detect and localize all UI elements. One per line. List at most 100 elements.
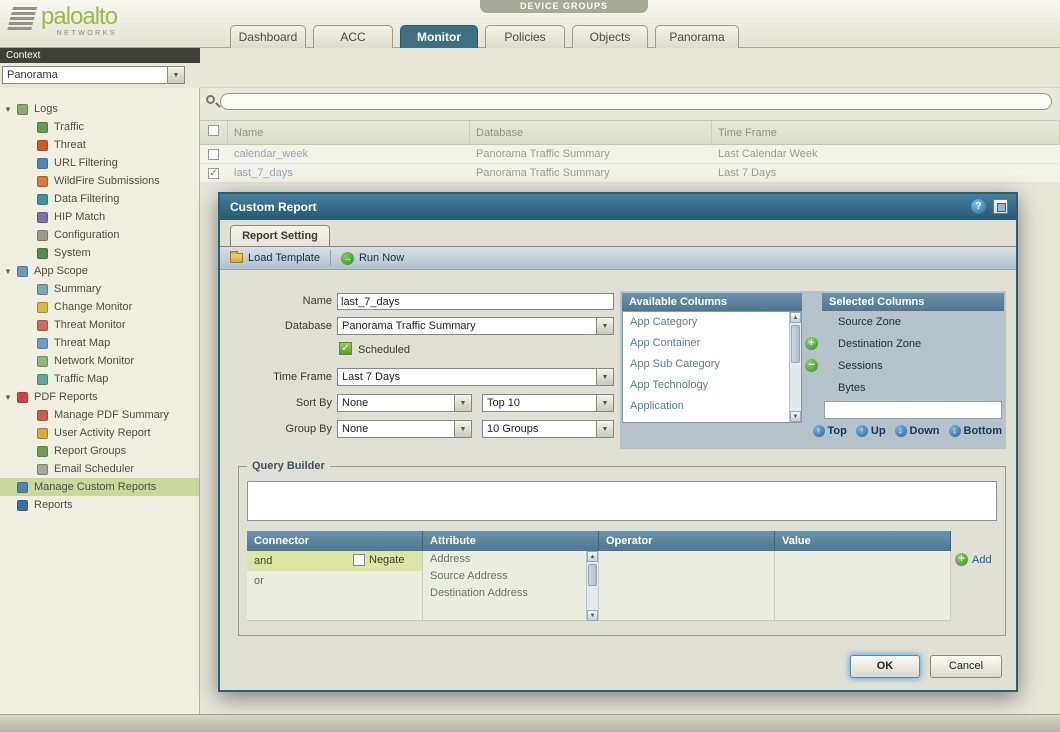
scroll-down-icon[interactable]: ▼ [790, 411, 801, 422]
groups-select[interactable]: 10 Groups ▼ [482, 420, 614, 438]
attribute-item[interactable]: Source Address [423, 568, 586, 585]
selected-column-item[interactable]: Destination Zone [822, 333, 1004, 355]
groupby-select[interactable]: None ▼ [337, 420, 472, 438]
sidebar-item-network-monitor[interactable]: Network Monitor [0, 352, 199, 370]
topn-select[interactable]: Top 10 ▼ [482, 394, 614, 412]
sidebar-item-data-filtering[interactable]: Data Filtering [0, 190, 199, 208]
sidebar-item-reports[interactable]: Reports [0, 496, 199, 514]
name-field[interactable] [337, 293, 614, 310]
selected-columns-empty-slot[interactable] [824, 401, 1002, 419]
sidebar-item-report-groups[interactable]: Report Groups [0, 442, 199, 460]
tab-acc[interactable]: ACC [313, 25, 393, 48]
chevron-down-icon[interactable]: ▼ [596, 369, 613, 385]
scroll-down-icon[interactable]: ▼ [587, 610, 598, 621]
search-input[interactable] [220, 93, 1052, 110]
sidebar-item-user-activity-report[interactable]: User Activity Report [0, 424, 199, 442]
scroll-up-icon[interactable]: ▲ [790, 312, 801, 323]
report-name-link[interactable]: calendar_week [228, 145, 470, 163]
sidebar-item-pdf-reports[interactable]: ▼PDF Reports [0, 388, 199, 406]
selected-column-item[interactable]: Sessions [822, 355, 1004, 377]
negate-checkbox[interactable] [353, 554, 365, 566]
sidebar-item-wildfire-submissions[interactable]: WildFire Submissions [0, 172, 199, 190]
context-select[interactable]: Panorama ▼ [2, 66, 185, 84]
chevron-down-icon[interactable]: ▼ [454, 421, 471, 437]
sidebar-item-email-scheduler[interactable]: Email Scheduler [0, 460, 199, 478]
ok-button[interactable]: OK [850, 655, 920, 678]
column-header-name[interactable]: Name [228, 121, 470, 145]
tab-objects[interactable]: Objects [572, 25, 648, 48]
scrollbar[interactable]: ▲ ▼ [586, 551, 598, 621]
sidebar-item-app-scope[interactable]: ▼App Scope [0, 262, 199, 280]
order-up-button[interactable]: ↑Up [856, 425, 886, 437]
selected-column-item[interactable]: Bytes [822, 377, 1004, 399]
chevron-down-icon[interactable]: ▼ [596, 395, 613, 411]
table-row[interactable]: ✓last_7_daysPanorama Traffic SummaryLast… [200, 164, 1060, 183]
scheduled-checkbox[interactable]: ✓ [339, 342, 352, 355]
help-icon[interactable]: ? [971, 199, 986, 214]
sortby-select[interactable]: None ▼ [337, 394, 472, 412]
column-header-timeframe[interactable]: Time Frame [712, 121, 1060, 145]
sidebar-item-configuration[interactable]: Configuration [0, 226, 199, 244]
available-column-item[interactable]: App Container [623, 333, 789, 354]
query-input[interactable] [247, 481, 997, 521]
tab-report-setting[interactable]: Report Setting [230, 225, 330, 246]
sidebar-item-hip-match[interactable]: HIP Match [0, 208, 199, 226]
scroll-thumb[interactable] [588, 564, 597, 586]
sidebar-item-traffic-map[interactable]: Traffic Map [0, 370, 199, 388]
chevron-down-icon[interactable]: ▼ [596, 318, 613, 334]
search-icon[interactable] [206, 95, 215, 104]
tab-policies[interactable]: Policies [485, 25, 565, 48]
tab-panorama[interactable]: Panorama [655, 25, 739, 48]
available-column-item[interactable]: App Technology [623, 375, 789, 396]
sidebar-item-logs[interactable]: ▼Logs [0, 100, 199, 118]
sidebar-item-system[interactable]: System [0, 244, 199, 262]
available-column-item[interactable]: App Sub Category [623, 354, 789, 375]
connector-or[interactable]: or [247, 571, 422, 591]
report-name-link[interactable]: last_7_days [228, 164, 470, 182]
column-header-database[interactable]: Database [470, 121, 712, 145]
database-select[interactable]: Panorama Traffic Summary ▼ [337, 317, 614, 335]
expander-icon[interactable]: ▼ [4, 393, 17, 402]
expander-icon[interactable]: ▼ [4, 105, 17, 114]
sidebar-item-url-filtering[interactable]: URL Filtering [0, 154, 199, 172]
sidebar-item-threat[interactable]: Threat [0, 136, 199, 154]
attribute-item[interactable]: Address [423, 551, 586, 568]
scrollbar[interactable]: ▲ ▼ [789, 312, 801, 422]
negate-option[interactable]: Negate [353, 554, 404, 566]
tab-dashboard[interactable]: Dashboard [230, 25, 306, 48]
add-column-icon[interactable]: + [805, 337, 818, 350]
timeframe-select[interactable]: Last 7 Days ▼ [337, 368, 614, 386]
sidebar-item-threat-map[interactable]: Threat Map [0, 334, 199, 352]
expander-icon[interactable]: ▼ [4, 267, 17, 276]
sidebar-item-summary[interactable]: Summary [0, 280, 199, 298]
sidebar-item-manage-pdf-summary[interactable]: Manage PDF Summary [0, 406, 199, 424]
scroll-up-icon[interactable]: ▲ [587, 551, 598, 562]
run-now-button[interactable]: → Run Now [331, 247, 414, 269]
cancel-button[interactable]: Cancel [930, 655, 1002, 678]
tab-monitor[interactable]: Monitor [400, 25, 478, 48]
scroll-thumb[interactable] [791, 325, 800, 363]
order-down-button[interactable]: ↓Down [895, 425, 940, 437]
select-all-checkbox[interactable] [208, 125, 219, 136]
sidebar-item-change-monitor[interactable]: Change Monitor [0, 298, 199, 316]
load-template-button[interactable]: Load Template [220, 247, 330, 269]
chevron-down-icon[interactable]: ▼ [596, 421, 613, 437]
attribute-item[interactable]: Destination Address [423, 585, 586, 602]
order-top-button[interactable]: ↑Top [813, 425, 847, 437]
order-bottom-button[interactable]: ↓Bottom [949, 425, 1003, 437]
remove-column-icon[interactable]: − [805, 359, 818, 372]
sidebar-item-traffic[interactable]: Traffic [0, 118, 199, 136]
selected-column-item[interactable]: Source Zone [822, 311, 1004, 333]
chevron-down-icon[interactable]: ▼ [167, 67, 184, 83]
dock-icon[interactable] [993, 199, 1008, 214]
row-checkbox[interactable]: ✓ [208, 168, 219, 179]
row-checkbox[interactable] [208, 149, 219, 160]
sidebar-item-manage-custom-reports[interactable]: Manage Custom Reports [0, 478, 199, 496]
dialog-titlebar[interactable]: Custom Report ? [220, 194, 1016, 220]
chevron-down-icon[interactable]: ▼ [454, 395, 471, 411]
table-row[interactable]: calendar_weekPanorama Traffic SummaryLas… [200, 145, 1060, 164]
available-column-item[interactable]: App Category [623, 312, 789, 333]
sidebar-item-threat-monitor[interactable]: Threat Monitor [0, 316, 199, 334]
add-rule-button[interactable]: + Add [955, 553, 992, 566]
available-column-item[interactable]: Application [623, 396, 789, 417]
